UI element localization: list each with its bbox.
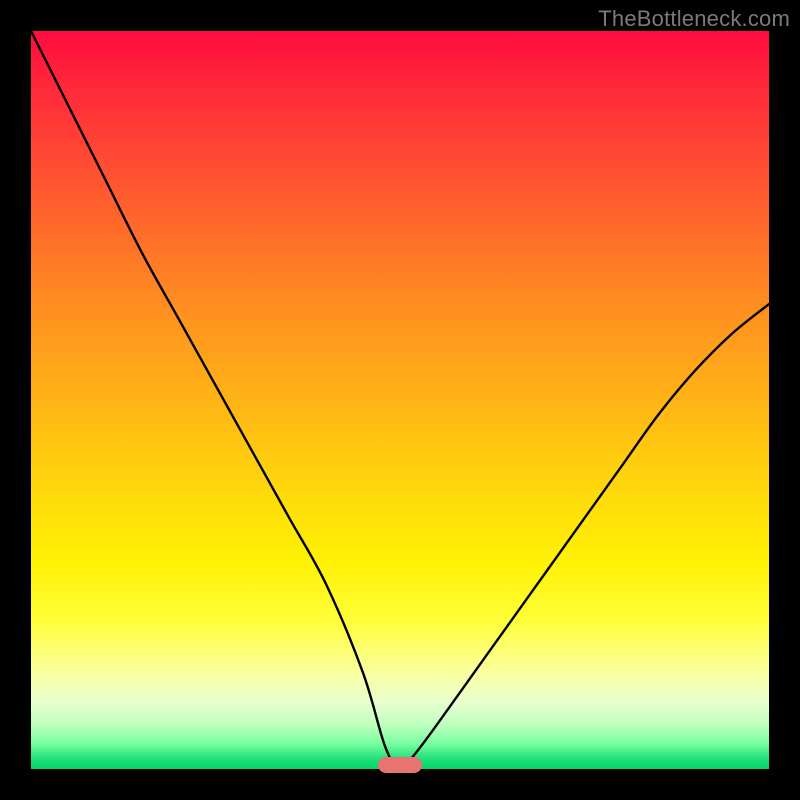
bottleneck-curve <box>31 31 769 769</box>
chart-frame: TheBottleneck.com <box>0 0 800 800</box>
plot-area <box>31 31 769 769</box>
watermark-text: TheBottleneck.com <box>598 6 790 32</box>
optimum-marker <box>378 757 422 773</box>
